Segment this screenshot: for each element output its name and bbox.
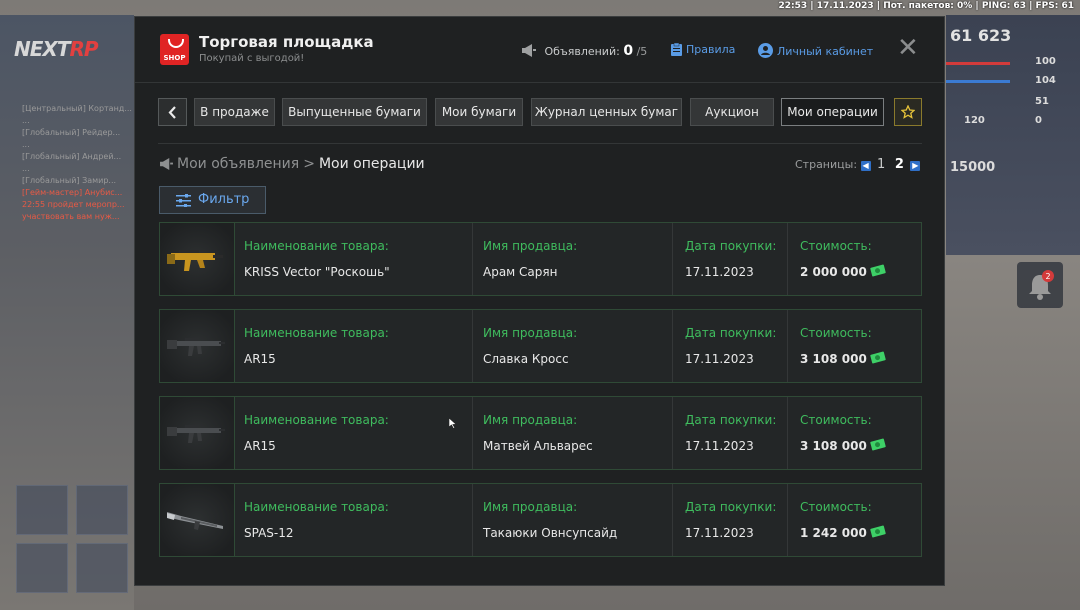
close-button[interactable]: ✕ bbox=[897, 35, 919, 61]
item-name: AR15 bbox=[244, 352, 276, 366]
price-value: 3 108 000 bbox=[800, 438, 886, 453]
item-name-label: Наименование товара: bbox=[244, 413, 389, 427]
shop-logo-icon: SHOP bbox=[160, 34, 189, 65]
price-value: 1 242 000 bbox=[800, 525, 886, 540]
server-logo: NEXTRP bbox=[14, 37, 99, 61]
tab-for-sale[interactable]: В продаже bbox=[194, 98, 275, 126]
game-chat: [Центральный] Кортанд... ... [Глобальный… bbox=[22, 104, 132, 221]
table-row[interactable]: Наименование товара: SPAS-12 Имя продавц… bbox=[159, 483, 922, 557]
megaphone-icon bbox=[160, 158, 173, 170]
purchase-date: 17.11.2023 bbox=[685, 352, 754, 366]
personal-cabinet-link[interactable]: Личный кабинет bbox=[758, 43, 873, 58]
favorites-star-button[interactable] bbox=[894, 98, 922, 126]
purchase-date-label: Дата покупки: bbox=[685, 413, 777, 427]
ads-counter: Объявлений: 0 /5 bbox=[521, 43, 647, 59]
hud-stat-hunger: 104 bbox=[1035, 75, 1056, 86]
seller-label: Имя продавца: bbox=[483, 500, 578, 514]
page-1-button[interactable]: 1 bbox=[877, 157, 885, 172]
purchase-date-label: Дата покупки: bbox=[685, 326, 777, 340]
tab-auction[interactable]: Аукцион bbox=[690, 98, 774, 126]
hud-stat-armor: 0 bbox=[1035, 115, 1042, 126]
tab-my-securities[interactable]: Мои бумаги bbox=[435, 98, 523, 126]
pagination: Страницы: ◀ 1 2 ▶ bbox=[795, 157, 921, 172]
seller-name: Славка Кросс bbox=[483, 352, 569, 366]
item-name: SPAS-12 bbox=[244, 526, 294, 540]
purchase-date: 17.11.2023 bbox=[685, 526, 754, 540]
window-subtitle: Покупай с выгодой! bbox=[199, 53, 305, 64]
table-row[interactable]: Наименование товара: AR15 Имя продавца: … bbox=[159, 396, 922, 470]
price-label: Стоимость: bbox=[800, 326, 872, 340]
rules-link[interactable]: Правила bbox=[671, 42, 735, 56]
item-name: AR15 bbox=[244, 439, 276, 453]
tabs-divider bbox=[158, 143, 922, 144]
breadcrumb: Мои объявления > Мои операции bbox=[159, 156, 425, 172]
price-label: Стоимость: bbox=[800, 500, 872, 514]
seller-name: Матвей Альварес bbox=[483, 439, 593, 453]
sliders-icon bbox=[176, 194, 191, 207]
item-name-label: Наименование товара: bbox=[244, 500, 389, 514]
price-value: 3 108 000 bbox=[800, 351, 886, 366]
seller-label: Имя продавца: bbox=[483, 239, 578, 253]
mouse-cursor-icon bbox=[449, 418, 457, 429]
status-bar: 22:53 | 17.11.2023 | Пот. пакетов: 0% | … bbox=[778, 1, 1075, 11]
hud-balance: 15000 bbox=[950, 160, 996, 175]
cash-icon bbox=[869, 264, 886, 277]
bell-icon[interactable]: 2 bbox=[1017, 262, 1063, 308]
ar15-rifle-icon bbox=[160, 310, 235, 382]
hud-stat-120: 120 bbox=[964, 115, 985, 126]
price-label: Стоимость: bbox=[800, 239, 872, 253]
seller-label: Имя продавца: bbox=[483, 326, 578, 340]
tab-securities-journal[interactable]: Журнал ценных бумаг bbox=[531, 98, 682, 126]
window-title: Торговая площадка bbox=[199, 33, 374, 51]
hud-money: 61 623 bbox=[950, 26, 1012, 45]
seller-name: Такаюки Овнсупсайд bbox=[483, 526, 618, 540]
page-2-button[interactable]: 2 bbox=[895, 157, 904, 172]
game-background-right bbox=[946, 15, 1080, 255]
chevron-left-icon bbox=[168, 106, 176, 119]
breadcrumb-parent[interactable]: Мои объявления bbox=[177, 156, 299, 172]
cash-icon bbox=[869, 525, 886, 538]
hud-stat-thirst: 51 bbox=[1035, 96, 1049, 107]
item-name-label: Наименование товара: bbox=[244, 326, 389, 340]
spas12-shotgun-icon bbox=[160, 484, 235, 556]
item-name-label: Наименование товара: bbox=[244, 239, 389, 253]
svg-text:2: 2 bbox=[1045, 272, 1050, 281]
purchase-date-label: Дата покупки: bbox=[685, 239, 777, 253]
item-name: KRISS Vector "Роскошь" bbox=[244, 265, 390, 279]
breadcrumb-current: Мои операции bbox=[318, 156, 425, 172]
purchase-date-label: Дата покупки: bbox=[685, 500, 777, 514]
kriss-vector-gold-icon bbox=[160, 223, 235, 295]
price-label: Стоимость: bbox=[800, 413, 872, 427]
purchase-date: 17.11.2023 bbox=[685, 265, 754, 279]
cash-icon bbox=[869, 351, 886, 364]
cash-icon bbox=[869, 438, 886, 451]
back-button[interactable] bbox=[158, 98, 187, 126]
armor-bar bbox=[946, 80, 1010, 83]
star-icon bbox=[900, 104, 916, 119]
megaphone-icon bbox=[522, 44, 536, 57]
marketplace-window: SHOP Торговая площадка Покупай с выгодой… bbox=[134, 16, 945, 586]
user-circle-icon bbox=[758, 43, 773, 58]
table-row[interactable]: Наименование товара: KRISS Vector "Роско… bbox=[159, 222, 922, 296]
price-value: 2 000 000 bbox=[800, 264, 886, 279]
purchase-date: 17.11.2023 bbox=[685, 439, 754, 453]
health-bar bbox=[946, 62, 1010, 65]
table-row[interactable]: Наименование товара: AR15 Имя продавца: … bbox=[159, 309, 922, 383]
next-page-button[interactable]: ▶ bbox=[910, 161, 921, 171]
hud-stat-health: 100 bbox=[1035, 56, 1056, 67]
tab-my-operations[interactable]: Мои операции bbox=[781, 98, 884, 126]
clipboard-icon bbox=[671, 42, 682, 56]
tab-issued-securities[interactable]: Выпущенные бумаги bbox=[282, 98, 427, 126]
seller-label: Имя продавца: bbox=[483, 413, 578, 427]
prev-page-button[interactable]: ◀ bbox=[860, 161, 871, 171]
filter-button[interactable]: Фильтр bbox=[159, 186, 266, 214]
window-header: SHOP Торговая площадка Покупай с выгодой… bbox=[135, 17, 944, 83]
seller-name: Арам Сарян bbox=[483, 265, 558, 279]
ar15-rifle-icon bbox=[160, 397, 235, 469]
